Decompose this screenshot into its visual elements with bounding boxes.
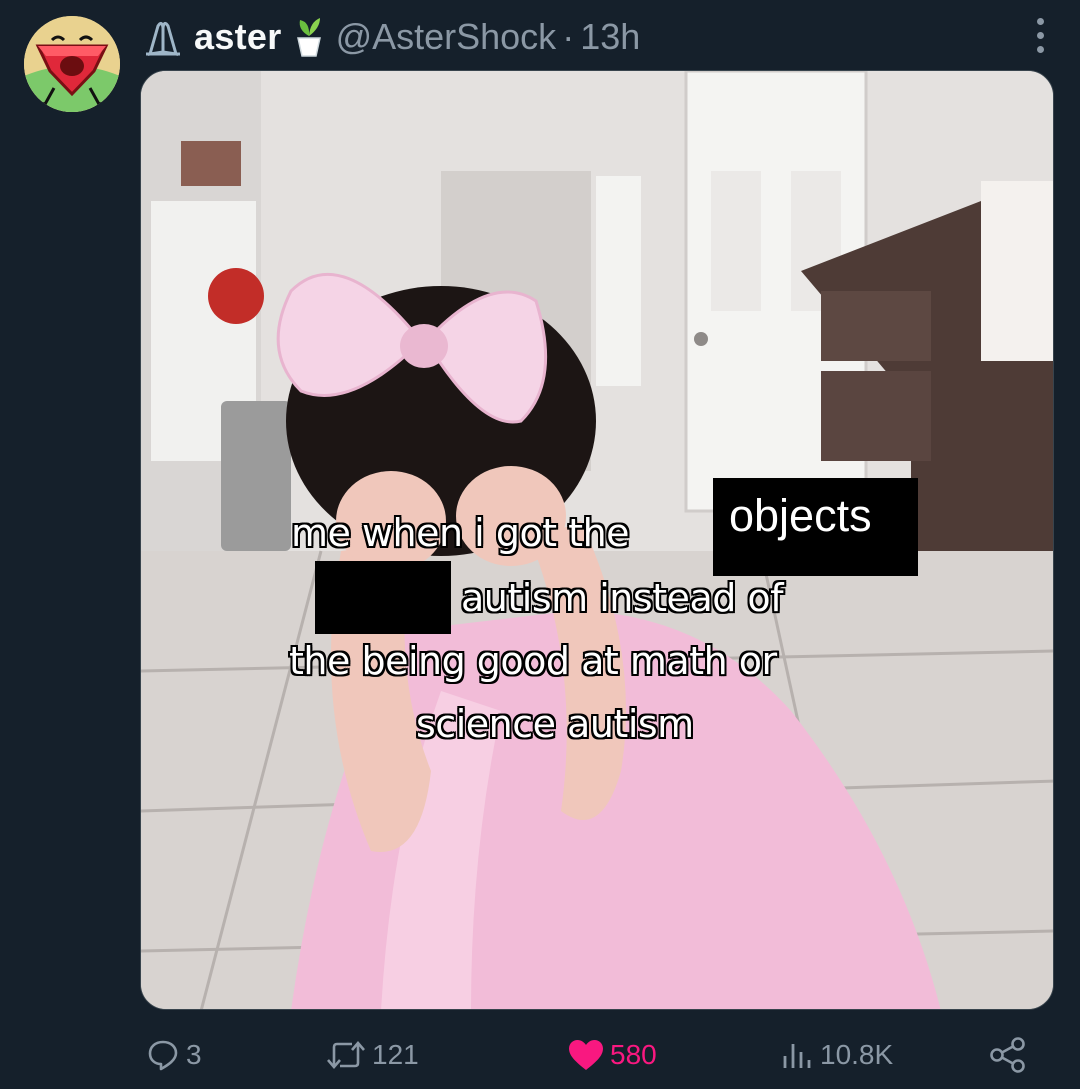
caption-line-2: autism instead of — [461, 576, 784, 620]
separator-dot: · — [562, 16, 575, 57]
inserted-word-box: objects — [713, 478, 918, 576]
avatar[interactable] — [24, 16, 120, 112]
display-name[interactable]: aster — [194, 12, 282, 62]
views-count: 10.8K — [820, 1039, 894, 1070]
reply-count: 3 — [186, 1039, 202, 1070]
reply-button[interactable]: 3 — [146, 1030, 202, 1080]
caption-line-1: me when i got the — [291, 511, 630, 555]
tweet-header: aster @AsterShock · 13h — [140, 12, 1060, 62]
caption-line-3: the being good at math or — [289, 639, 777, 683]
reply-icon — [148, 1040, 178, 1071]
timestamp[interactable]: 13h — [580, 12, 640, 62]
like-count: 580 — [610, 1039, 657, 1070]
repost-count: 121 — [372, 1039, 419, 1070]
action-bar: 3 121 580 10.8K — [140, 1030, 1040, 1080]
redaction-box — [315, 561, 451, 634]
caption-line-4: science autism — [416, 702, 694, 746]
herb-pot-icon — [290, 14, 328, 60]
user-handle[interactable]: @AsterShock — [336, 12, 557, 62]
post-image[interactable]: me when i got the objects autism instead… — [140, 70, 1054, 1010]
more-options-icon[interactable] — [1020, 10, 1060, 60]
praying-hands-icon — [140, 14, 186, 60]
views-button[interactable]: 10.8K — [780, 1030, 893, 1080]
repost-button[interactable]: 121 — [326, 1030, 419, 1080]
heart-icon — [569, 1040, 603, 1070]
meme-caption: me when i got the objects autism instead… — [141, 71, 1053, 1009]
like-button[interactable]: 580 — [568, 1030, 657, 1080]
share-icon — [990, 1037, 1025, 1073]
views-chart-icon — [783, 1044, 811, 1068]
tweet: aster @AsterShock · 13h me when i got th… — [0, 0, 1080, 1089]
share-button[interactable] — [988, 1030, 1028, 1080]
repost-icon — [327, 1041, 365, 1069]
